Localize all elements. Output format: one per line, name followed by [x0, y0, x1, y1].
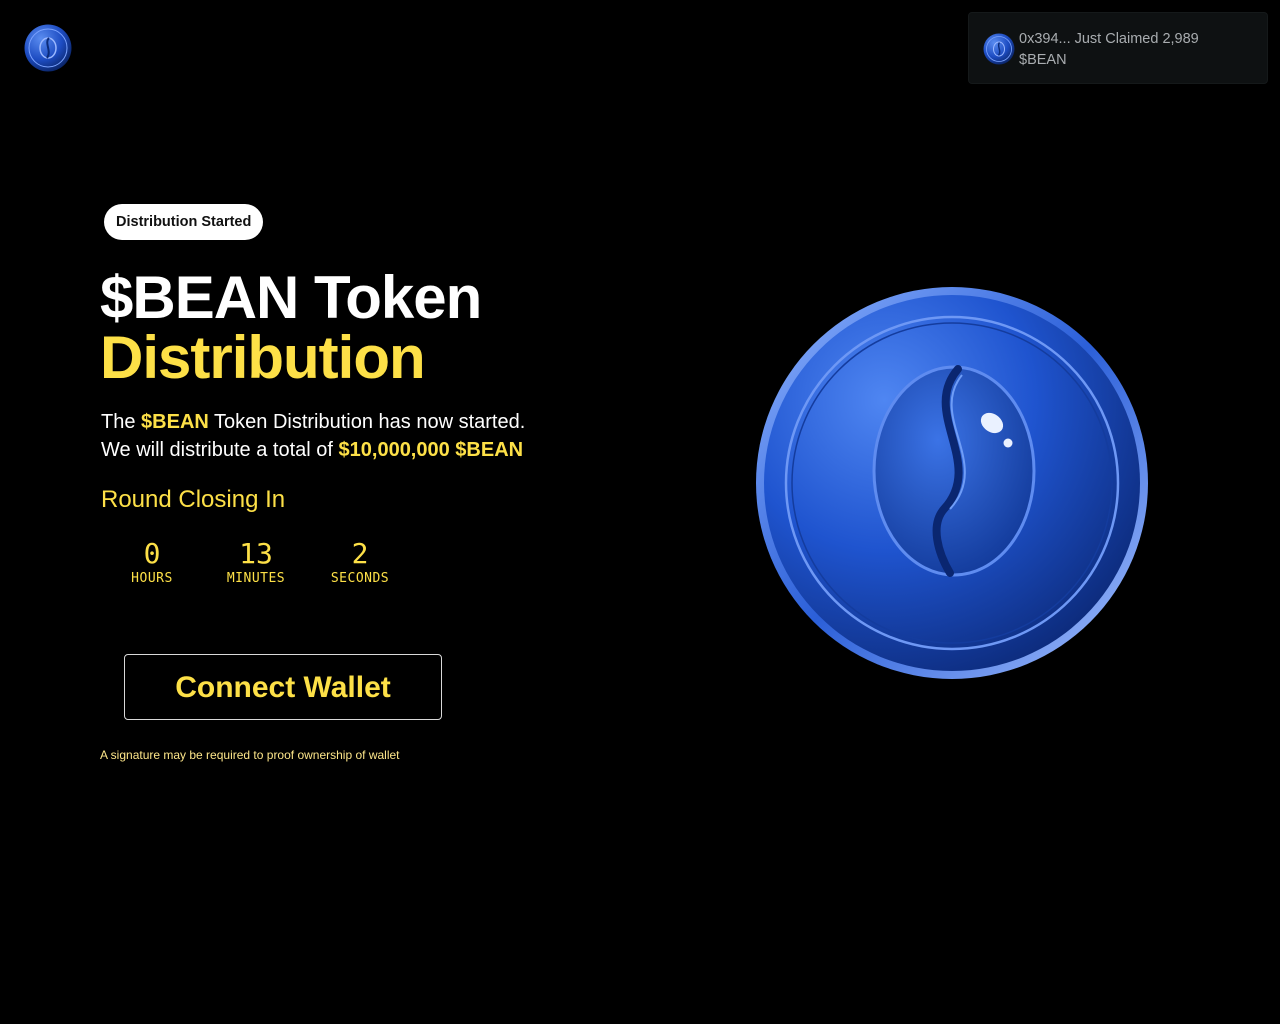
- desc-amount: $10,000,000 $BEAN: [338, 439, 524, 461]
- countdown-label: SECONDS: [330, 571, 390, 586]
- countdown-value: 0: [143, 537, 161, 570]
- round-closing-label: Round Closing In: [101, 486, 286, 513]
- countdown-label: MINUTES: [226, 571, 286, 586]
- countdown-hours: 0 HOURS: [116, 536, 188, 586]
- claim-toast: 0x394... Just Claimed 2,989 $BEAN: [968, 12, 1268, 84]
- title-line-2: Distribution: [100, 324, 426, 391]
- bean-coin-image: [752, 283, 1152, 683]
- countdown-value: 13: [239, 537, 273, 570]
- countdown-value: 2: [351, 537, 369, 570]
- signature-note: A signature may be required to proof own…: [100, 748, 400, 762]
- desc-prefix: The: [101, 411, 142, 433]
- description: The $BEAN Token Distribution has now sta…: [101, 408, 525, 464]
- status-badge: Distribution Started: [104, 204, 264, 240]
- countdown-minutes: 13 MINUTES: [220, 536, 292, 586]
- title-line-1: $BEAN Token: [100, 264, 482, 331]
- countdown-seconds: 2 SECONDS: [324, 536, 396, 586]
- desc-mid: Token Distribution has now started.: [208, 411, 526, 433]
- description-line-2: We will distribute a total of $10,000,00…: [101, 436, 525, 464]
- logo[interactable]: [24, 24, 72, 72]
- toast-message: 0x394... Just Claimed 2,989 $BEAN: [1019, 31, 1199, 68]
- connect-wallet-button[interactable]: Connect Wallet: [124, 654, 442, 720]
- desc-token: $BEAN: [141, 411, 209, 433]
- bean-coin-icon: [756, 287, 1148, 679]
- bean-coin-icon: [983, 33, 1015, 65]
- countdown-label: HOURS: [131, 571, 173, 586]
- bean-coin-icon: [24, 24, 72, 72]
- desc-line2-prefix: We will distribute a total of: [101, 439, 339, 461]
- page-title: $BEAN Token Distribution: [100, 264, 482, 391]
- description-line-1: The $BEAN Token Distribution has now sta…: [101, 408, 525, 436]
